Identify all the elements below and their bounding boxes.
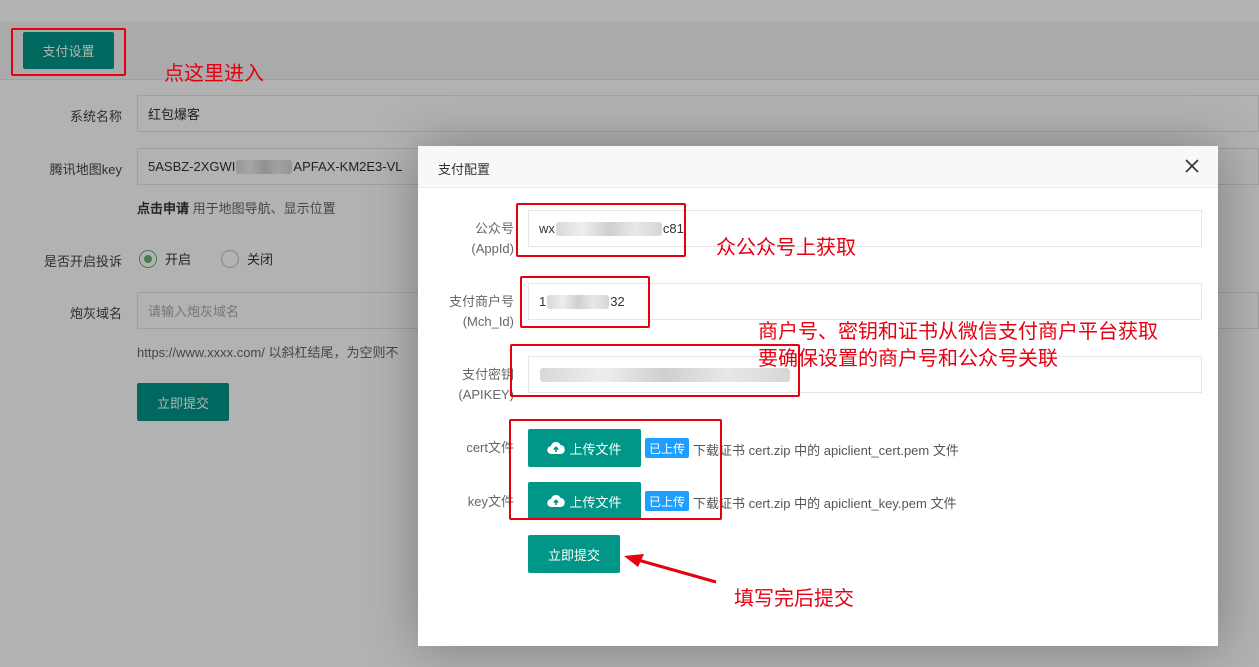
annotation-box-pay-settings bbox=[11, 28, 126, 76]
annotation-submit-after: 填写完后提交 bbox=[734, 586, 854, 610]
dialog-title: 支付配置 bbox=[438, 162, 491, 177]
annotation-box-mch-id bbox=[520, 276, 650, 328]
annotation-click-here: 点这里进入 bbox=[164, 61, 264, 85]
apikey-label: 支付密钥 (APIKEY) bbox=[418, 365, 514, 405]
appid-label: 公众号 (AppId) bbox=[418, 219, 514, 259]
annotation-official-account: 众公众号上获取 bbox=[716, 235, 856, 259]
mch-id-label-line1: 支付商户号 bbox=[448, 294, 514, 309]
annotation-box-appid bbox=[516, 203, 686, 257]
apikey-label-line2: (APIKEY) bbox=[458, 387, 514, 402]
dialog-header: 支付配置 bbox=[418, 146, 1218, 188]
arrow-icon bbox=[624, 554, 717, 584]
cert-hint: 下载证书 cert.zip 中的 apiclient_cert.pem 文件 bbox=[693, 443, 959, 458]
mch-id-label: 支付商户号 (Mch_Id) bbox=[418, 292, 514, 332]
annotation-box-files bbox=[509, 419, 722, 520]
key-hint: 下载证书 cert.zip 中的 apiclient_key.pem 文件 bbox=[693, 496, 957, 511]
cert-label: cert文件 bbox=[466, 440, 514, 455]
appid-label-line2: (AppId) bbox=[471, 241, 514, 256]
dialog-submit-button[interactable]: 立即提交 bbox=[528, 535, 620, 573]
close-icon[interactable] bbox=[1183, 157, 1201, 175]
apikey-label-line1: 支付密钥 bbox=[461, 367, 514, 382]
annotation-merchant-line1: 商户号、密钥和证书从微信支付商户平台获取 bbox=[758, 319, 1158, 343]
appid-label-line1: 公众号 bbox=[474, 221, 514, 236]
key-label: key文件 bbox=[467, 494, 514, 509]
mch-id-label-line2: (Mch_Id) bbox=[462, 314, 514, 329]
annotation-box-apikey bbox=[510, 344, 800, 397]
annotation-merchant-line2: 要确保设置的商户号和公众号关联 bbox=[758, 346, 1058, 370]
